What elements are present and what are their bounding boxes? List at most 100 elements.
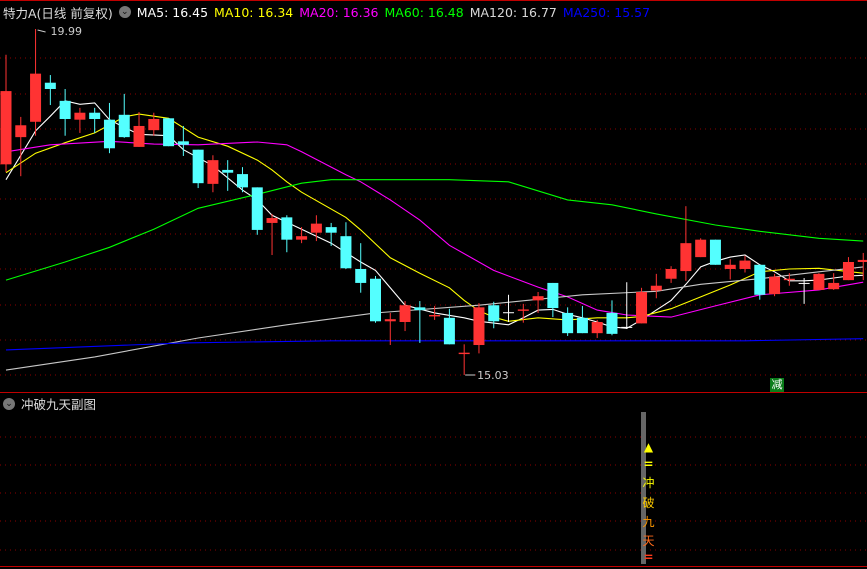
candle-body xyxy=(30,73,42,122)
candle-body xyxy=(15,125,27,138)
candle-body xyxy=(429,315,441,317)
sub-chart-header: ⌄ 冲破九天副图 xyxy=(3,394,96,413)
candle xyxy=(473,303,485,354)
candle-body xyxy=(842,261,854,281)
candle-body xyxy=(443,317,455,345)
candle-body xyxy=(296,236,308,240)
candle-body xyxy=(517,309,529,311)
candle xyxy=(769,273,781,297)
candle xyxy=(606,300,618,336)
equals-icon: = xyxy=(643,457,654,471)
candle-body xyxy=(266,218,278,223)
candle xyxy=(399,301,411,332)
candle-body xyxy=(488,305,500,322)
grid-lines xyxy=(0,0,867,567)
candle-body xyxy=(739,260,751,269)
candle-body xyxy=(118,114,130,138)
candle-body xyxy=(591,321,603,334)
main-chart-header: 特力A(日线 前复权) ⌄ MA5: 16.45 MA10: 16.34 MA2… xyxy=(3,4,656,21)
candle xyxy=(163,118,175,147)
candle-body xyxy=(163,118,175,147)
candle xyxy=(591,319,603,339)
candlesticks[interactable] xyxy=(0,29,867,376)
candle-body xyxy=(473,307,485,346)
triangle-up-icon: ▲ xyxy=(643,440,654,454)
signal-char-3: 九 xyxy=(642,515,655,529)
candle xyxy=(739,255,751,273)
reduce-signal-badge: 减 xyxy=(770,378,784,392)
candle-body xyxy=(754,264,766,295)
candle xyxy=(310,215,322,242)
candle xyxy=(443,308,455,345)
equals-icon: = xyxy=(643,550,654,564)
candle xyxy=(118,93,130,138)
candle xyxy=(207,155,219,193)
candle xyxy=(754,264,766,300)
signal-char-4: 天 xyxy=(642,534,655,548)
sub-chart-title: 冲破九天副图 xyxy=(21,397,97,412)
ma250-label: MA250: 15.57 xyxy=(562,4,651,20)
candle-body xyxy=(310,223,322,233)
candle-body xyxy=(370,278,381,322)
candle-body xyxy=(133,125,145,147)
candle xyxy=(74,107,86,133)
chart-canvas: 19.99 15.03 xyxy=(0,0,867,567)
ma5-label: MA5: 16.45 xyxy=(136,4,209,20)
candle-body xyxy=(399,305,411,322)
candle xyxy=(59,88,71,136)
candle xyxy=(562,307,574,336)
candle-body xyxy=(813,273,825,290)
candle xyxy=(458,344,470,376)
candle xyxy=(709,239,721,265)
candle xyxy=(828,273,840,290)
candle xyxy=(30,29,42,136)
candle-body xyxy=(621,326,633,328)
candle-body xyxy=(0,91,12,165)
candle xyxy=(251,187,263,235)
candle-body xyxy=(769,276,781,295)
candle xyxy=(236,167,248,193)
candle-body xyxy=(414,307,426,311)
candle xyxy=(842,257,854,281)
candle-body xyxy=(236,174,248,188)
chevron-down-icon[interactable]: ⌄ xyxy=(118,6,131,18)
ma250-line xyxy=(5,338,864,351)
candle xyxy=(281,215,293,253)
candle-body xyxy=(695,239,707,258)
candle-body xyxy=(576,317,588,334)
candle-body xyxy=(665,268,677,279)
candle-body xyxy=(44,82,56,89)
candle xyxy=(222,160,234,191)
candle-body xyxy=(177,141,189,145)
candle xyxy=(44,75,56,106)
candle-body xyxy=(783,278,795,281)
candle xyxy=(680,206,692,281)
high-price-label: 19.99 xyxy=(51,25,82,38)
ma20-line xyxy=(5,140,864,318)
candle-body xyxy=(148,118,160,131)
ma60-label: MA60: 16.48 xyxy=(384,4,464,20)
candle xyxy=(636,287,648,324)
candle-body xyxy=(606,312,618,334)
candle xyxy=(621,282,633,329)
candle xyxy=(547,282,559,318)
candle-body xyxy=(724,264,736,269)
candle-body xyxy=(192,149,204,184)
ma120-label: MA120: 16.77 xyxy=(469,4,557,20)
candle xyxy=(384,312,396,346)
candle-body xyxy=(59,100,71,119)
candle xyxy=(695,238,707,258)
candle xyxy=(576,305,588,334)
candle xyxy=(370,275,381,323)
candle-body xyxy=(547,282,559,309)
candle-body xyxy=(503,312,515,314)
candle-body xyxy=(222,169,234,173)
candle-body xyxy=(680,243,692,272)
signal-char-1: 冲 xyxy=(642,476,655,490)
candle xyxy=(724,259,736,280)
candle xyxy=(340,222,352,269)
chevron-down-icon[interactable]: ⌄ xyxy=(3,397,15,410)
stock-title: 特力A(日线 前复权) xyxy=(3,5,113,21)
candle-body xyxy=(709,239,721,265)
candle xyxy=(665,266,677,283)
